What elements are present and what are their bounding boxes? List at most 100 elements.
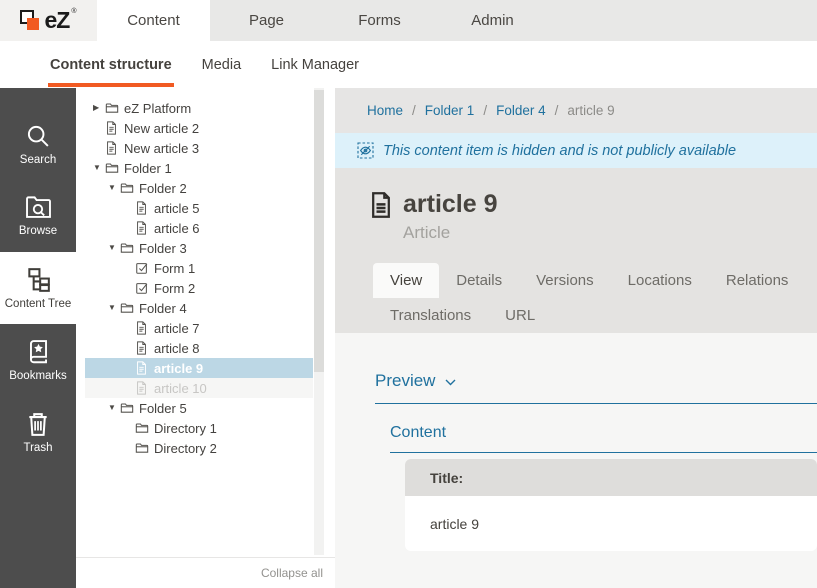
sidebar-item-content-tree[interactable]: Content Tree (0, 252, 76, 324)
tree-item-article-8[interactable]: article 8 (85, 338, 313, 358)
content-section-heading: Content (390, 424, 817, 453)
folder-icon (105, 101, 119, 115)
left-sidebar: Search Browse Content Tree Bookmarks Trash (0, 88, 76, 588)
expand-arrow-icon[interactable]: ▶ (93, 98, 105, 118)
tree-item-form-1[interactable]: Form 1 (85, 258, 313, 278)
article-icon (135, 341, 149, 355)
sidebar-item-browse[interactable]: Browse (0, 180, 76, 252)
sidebar-item-label: Search (20, 154, 56, 166)
subnav-item-link-manager[interactable]: Link Manager (269, 43, 361, 87)
tree-item-label: article 7 (154, 321, 200, 336)
tree-item-form-2[interactable]: Form 2 (85, 278, 313, 298)
article-icon (105, 121, 119, 135)
top-nav-tabs: ContentPageFormsAdmin (97, 0, 549, 41)
main-content: Home/Folder 1/Folder 4/article 9 This co… (335, 88, 817, 588)
collapse-arrow-icon[interactable]: ▼ (108, 298, 120, 318)
tree-item-article-7[interactable]: article 7 (85, 318, 313, 338)
collapse-arrow-icon[interactable]: ▼ (93, 158, 105, 178)
tree-item-folder-1[interactable]: ▼ Folder 1 (85, 158, 313, 178)
tree-item-folder-4[interactable]: ▼Folder 4 (85, 298, 313, 318)
sidebar-item-label: Bookmarks (9, 370, 67, 382)
folder-icon (105, 161, 119, 175)
form-icon (135, 261, 149, 275)
tab-locations[interactable]: Locations (611, 263, 709, 298)
tab-translations[interactable]: Translations (373, 298, 488, 333)
bookmarks-icon (26, 339, 51, 365)
hidden-content-notice: This content item is hidden and is not p… (335, 133, 817, 168)
collapse-arrow-icon[interactable]: ▼ (108, 398, 120, 418)
content-type-label: Article (403, 223, 817, 243)
top-tab-page[interactable]: Page (210, 0, 323, 41)
sidebar-item-trash[interactable]: Trash (0, 396, 76, 468)
collapse-all-button[interactable]: Collapse all (261, 566, 323, 580)
collapse-arrow-icon[interactable]: ▼ (108, 178, 120, 198)
subnav-item-content-structure[interactable]: Content structure (48, 43, 174, 87)
top-tab-admin[interactable]: Admin (436, 0, 549, 41)
view-tab-body: Preview Content Title: article 9 (335, 333, 817, 588)
top-tab-content[interactable]: Content (97, 0, 210, 41)
tree-item-new-article-2[interactable]: New article 2 (85, 118, 313, 138)
tree-item-label: Directory 2 (154, 441, 217, 456)
tree-item-label: New article 3 (124, 141, 199, 156)
tree-item-label: Form 2 (154, 281, 195, 296)
tree-item-article-5[interactable]: article 5 (85, 198, 313, 218)
tree-item-directory-2[interactable]: Directory 2 (85, 438, 313, 458)
content-tab-bar: ViewDetailsVersionsLocationsRelations Tra… (373, 263, 817, 333)
preview-section-toggle[interactable]: Preview (375, 371, 817, 404)
article-icon (105, 141, 119, 155)
tree-item-label: Folder 1 (124, 161, 172, 176)
article-icon (135, 381, 149, 395)
tab-versions[interactable]: Versions (519, 263, 611, 298)
ez-logo-text: eZ (44, 7, 69, 34)
tree-item-directory-1[interactable]: Directory 1 (85, 418, 313, 438)
tree-item-article-6[interactable]: article 6 (85, 218, 313, 238)
content-tree: ▶eZ PlatformNew article 2New article 3▼F… (76, 98, 335, 458)
tree-item-folder-2[interactable]: ▼Folder 2 (85, 178, 313, 198)
tree-item-label: Folder 5 (139, 401, 187, 416)
sub-nav: Content structure Media Link Manager (0, 41, 817, 88)
breadcrumb-current: article 9 (567, 103, 614, 118)
article-icon (135, 221, 149, 235)
folder-icon (120, 301, 134, 315)
ez-platform-admin: eZ ® ContentPageFormsAdmin Content struc… (0, 0, 817, 588)
tree-scrollbar-thumb[interactable] (314, 90, 324, 372)
field-value: article 9 (405, 496, 817, 551)
browse-icon (25, 195, 52, 220)
tree-item-folder-5[interactable]: ▼ Folder 5 (85, 398, 313, 418)
tree-item-label: Directory 1 (154, 421, 217, 436)
page-title: article 9 (403, 190, 498, 219)
tree-item-folder-3[interactable]: ▼Folder 3 (85, 238, 313, 258)
content-header: article 9 Article ViewDetailsVersionsLoc… (335, 168, 817, 333)
tree-item-label: Form 1 (154, 261, 195, 276)
breadcrumb-link-folder-4[interactable]: Folder 4 (496, 103, 546, 118)
sidebar-item-search[interactable]: Search (0, 108, 76, 180)
search-icon (25, 123, 51, 149)
tree-item-label: article 6 (154, 221, 200, 236)
tree-item-label: article 5 (154, 201, 200, 216)
breadcrumb-link-folder-1[interactable]: Folder 1 (425, 103, 475, 118)
collapse-arrow-icon[interactable]: ▼ (108, 238, 120, 258)
tree-item-article-10[interactable]: article 10 (85, 378, 313, 398)
tree-item-article-9[interactable]: article 9 (85, 358, 313, 378)
tab-relations[interactable]: Relations (709, 263, 806, 298)
tree-item-ez-platform[interactable]: ▶ eZ Platform (85, 98, 313, 118)
ez-logo-icon (20, 9, 42, 32)
tab-view[interactable]: View (373, 263, 439, 298)
sidebar-item-bookmarks[interactable]: Bookmarks (0, 324, 76, 396)
article-icon (135, 361, 149, 375)
sidebar-item-label: Browse (19, 225, 57, 237)
tree-item-label: eZ Platform (124, 101, 191, 116)
tab-details[interactable]: Details (439, 263, 519, 298)
top-tab-forms[interactable]: Forms (323, 0, 436, 41)
breadcrumb-separator: / (555, 103, 559, 118)
breadcrumb: Home/Folder 1/Folder 4/article 9 (335, 88, 817, 133)
subnav-item-media[interactable]: Media (200, 43, 244, 87)
top-bar: eZ ® ContentPageFormsAdmin (0, 0, 817, 41)
tab-url[interactable]: URL (488, 298, 552, 333)
tree-item-label: article 9 (154, 361, 203, 376)
field-label: Title: (405, 459, 817, 496)
breadcrumb-link-home[interactable]: Home (367, 103, 403, 118)
ez-logo[interactable]: eZ ® (0, 0, 97, 41)
chevron-down-icon (445, 379, 456, 386)
tree-item-new-article-3[interactable]: New article 3 (85, 138, 313, 158)
